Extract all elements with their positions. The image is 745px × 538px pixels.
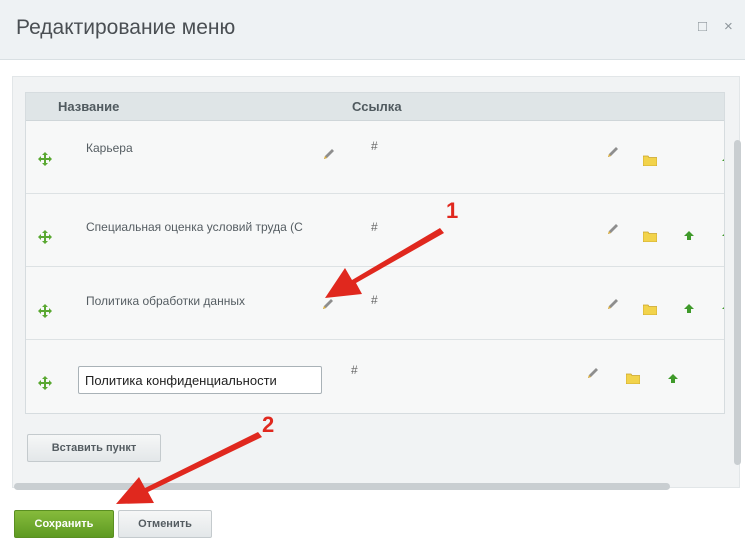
vertical-scrollbar[interactable] bbox=[734, 140, 741, 465]
drag-move-icon[interactable] bbox=[38, 230, 52, 244]
table-row: Политика обработки данных # bbox=[26, 267, 724, 340]
move-up-arrow-icon[interactable] bbox=[684, 231, 694, 240]
cancel-button[interactable]: Отменить bbox=[118, 510, 212, 538]
menu-item-label: Карьера bbox=[86, 141, 133, 155]
annotation-number-1: 1 bbox=[446, 198, 459, 223]
menu-item-link: # bbox=[371, 293, 378, 307]
edit-link-pencil-icon[interactable] bbox=[586, 366, 600, 380]
drag-move-icon[interactable] bbox=[38, 376, 52, 390]
edit-link-pencil-icon[interactable] bbox=[606, 145, 620, 159]
menu-item-link: # bbox=[371, 220, 378, 234]
folder-icon[interactable] bbox=[626, 373, 640, 384]
menu-item-name-input[interactable] bbox=[78, 366, 322, 394]
menu-item-link: # bbox=[371, 139, 378, 153]
drag-move-icon[interactable] bbox=[38, 304, 52, 318]
move-up-arrow-icon[interactable] bbox=[722, 156, 724, 165]
menu-item-label: Политика обработки данных bbox=[86, 294, 245, 308]
maximize-icon[interactable]: □ bbox=[698, 18, 707, 35]
table-row: Специальная оценка условий труда (С # bbox=[26, 194, 724, 267]
insert-item-button[interactable]: Вставить пункт bbox=[27, 434, 161, 462]
column-header-name: Название bbox=[58, 99, 120, 114]
save-button[interactable]: Сохранить bbox=[14, 510, 114, 538]
annotation-number-2: 2 bbox=[262, 412, 275, 437]
column-header-link: Ссылка bbox=[352, 99, 402, 114]
table-row: # bbox=[26, 340, 724, 413]
table-row: Карьера # bbox=[26, 121, 724, 194]
folder-icon[interactable] bbox=[643, 155, 657, 166]
edit-pencil-icon[interactable] bbox=[322, 147, 336, 161]
move-down-arrow-icon[interactable] bbox=[722, 231, 724, 240]
edit-pencil-icon[interactable] bbox=[321, 297, 335, 311]
drag-move-icon[interactable] bbox=[38, 152, 52, 166]
folder-icon[interactable] bbox=[643, 304, 657, 315]
menu-table: Название Ссылка Карьера # Специальная оц… bbox=[25, 92, 725, 414]
menu-item-label: Специальная оценка условий труда (С bbox=[86, 220, 303, 234]
dialog-title: Редактирование меню bbox=[16, 16, 236, 39]
move-up-arrow-icon[interactable] bbox=[684, 304, 694, 313]
edit-link-pencil-icon[interactable] bbox=[606, 222, 620, 236]
horizontal-scrollbar[interactable] bbox=[14, 483, 670, 490]
table-header: Название Ссылка bbox=[26, 93, 724, 121]
move-up-arrow-icon[interactable] bbox=[668, 374, 678, 383]
dialog-titlebar: Редактирование меню □ × bbox=[0, 0, 745, 60]
folder-icon[interactable] bbox=[643, 231, 657, 242]
edit-link-pencil-icon[interactable] bbox=[606, 297, 620, 311]
move-down-arrow-icon[interactable] bbox=[722, 304, 724, 313]
close-icon[interactable]: × bbox=[724, 18, 733, 35]
menu-item-link: # bbox=[351, 363, 358, 377]
